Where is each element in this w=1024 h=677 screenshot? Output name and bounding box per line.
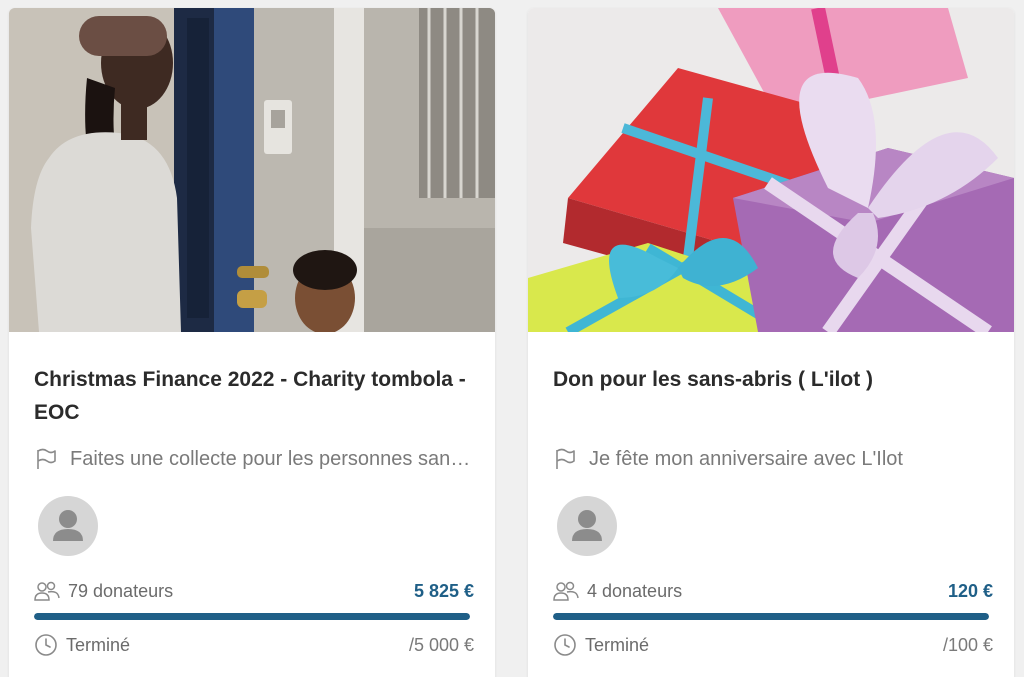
avatar[interactable] xyxy=(557,496,617,556)
users-icon xyxy=(34,581,60,601)
user-icon xyxy=(572,510,602,541)
flag-icon xyxy=(37,448,56,469)
campaign-photo[interactable] xyxy=(528,8,1014,332)
amount-raised: 5 825 € xyxy=(413,580,474,601)
campaign-status-row: Terminé /5 000 € xyxy=(34,632,474,658)
progress-bar xyxy=(553,613,989,620)
progress-bar xyxy=(34,613,470,620)
status-label: Terminé xyxy=(66,634,131,655)
clock-icon xyxy=(35,634,57,656)
users-icon xyxy=(553,581,579,601)
clock-icon xyxy=(554,634,576,656)
campaign-subtitle: Faites une collecte pour les personnes s… xyxy=(70,447,474,470)
campaign-card[interactable]: Christmas Finance 2022 - Charity tombola… xyxy=(9,8,495,677)
donation-stats: 79 donateurs 5 825 € xyxy=(34,578,474,604)
user-icon xyxy=(53,510,83,541)
campaign-title[interactable]: Don pour les sans-abris ( L'ilot ) xyxy=(553,363,993,396)
amount-raised: 120 € xyxy=(947,580,993,601)
progress-fill xyxy=(553,613,989,620)
donors-count: 79 donateurs xyxy=(68,580,174,601)
campaign-photo[interactable] xyxy=(9,8,495,332)
donors-stat: 4 donateurs xyxy=(553,580,682,602)
campaign-subtitle-row: Faites une collecte pour les personnes s… xyxy=(34,443,474,475)
avatar[interactable] xyxy=(38,496,98,556)
donation-stats: 4 donateurs 120 € xyxy=(553,578,993,604)
status: Terminé xyxy=(553,633,649,657)
goal-amount: /100 € xyxy=(942,634,993,655)
donors-stat: 79 donateurs xyxy=(34,580,173,602)
progress-fill xyxy=(34,613,470,620)
status: Terminé xyxy=(34,633,130,657)
goal-amount: /5 000 € xyxy=(408,634,474,655)
campaign-title[interactable]: Christmas Finance 2022 - Charity tombola… xyxy=(34,363,474,429)
flag-icon xyxy=(556,448,575,469)
donors-count: 4 donateurs xyxy=(587,580,683,601)
campaign-subtitle: Je fête mon anniversaire avec L'Ilot xyxy=(589,447,903,470)
campaign-status-row: Terminé /100 € xyxy=(553,632,993,658)
status-label: Terminé xyxy=(585,634,650,655)
campaign-card[interactable]: Don pour les sans-abris ( L'ilot ) Je fê… xyxy=(528,8,1014,677)
campaign-subtitle-row: Je fête mon anniversaire avec L'Ilot xyxy=(553,443,993,475)
